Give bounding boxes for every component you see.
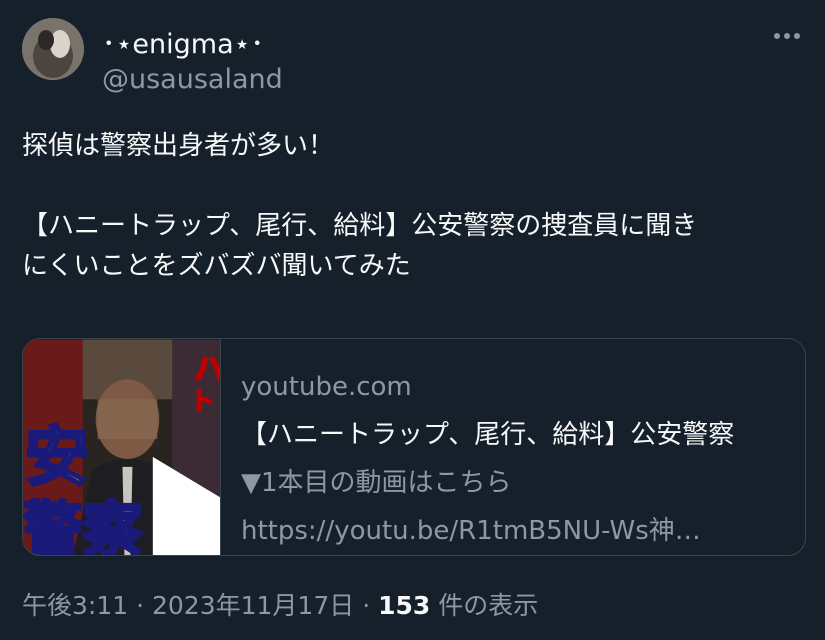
play-icon[interactable] xyxy=(110,425,221,556)
more-horizontal-icon xyxy=(774,33,780,39)
separator: · xyxy=(362,591,371,620)
user-handle[interactable]: @usausaland xyxy=(102,64,283,95)
card-thumbnail[interactable]: 安 警察 ハ ト xyxy=(23,339,221,556)
views-label: 件の表示 xyxy=(438,591,539,620)
card-description-line2: https://youtu.be/R1tmB5NU-Ws神… xyxy=(241,516,701,546)
more-options-button[interactable] xyxy=(771,28,803,44)
card-domain: youtube.com xyxy=(241,372,412,402)
card-description-line1: ▼1本目の動画はこちら xyxy=(241,468,512,498)
separator: · xyxy=(136,591,145,620)
avatar[interactable] xyxy=(22,18,84,80)
thumbnail-text-1: 安 xyxy=(25,420,89,495)
display-name[interactable]: ･⋆enigma⋆･ xyxy=(102,22,264,61)
tweet-date[interactable]: 2023年11月17日 xyxy=(152,591,354,620)
thumbnail-side-text-2: ト xyxy=(190,387,214,415)
card-title: 【ハニートラップ、尾行、給料】公安警察 xyxy=(241,420,735,450)
link-card[interactable]: 安 警察 ハ ト youtube.com 【ハニートラップ、尾行、給料】公安警察… xyxy=(22,338,806,556)
thumbnail-side-text: ハ xyxy=(194,352,220,387)
tweet-text: 探偵は警察出身者が多い！ 【ハニートラップ、尾行、給料】公安警察の捜査員に聞き … xyxy=(22,126,804,286)
tweet-time[interactable]: 午後3:11 xyxy=(22,591,128,620)
more-dot xyxy=(784,33,790,39)
tweet-text-line2: 【ハニートラップ、尾行、給料】公安警察の捜査員に聞き にくいことをズバズバ聞いて… xyxy=(22,211,698,281)
more-dot xyxy=(794,33,800,39)
tweet-text-line1: 探偵は警察出身者が多い！ xyxy=(22,131,335,161)
views-count: 153 xyxy=(378,591,431,620)
tweet-footer: 午後3:11 · 2023年11月17日 · 153 件の表示 xyxy=(22,586,538,622)
card-body[interactable]: youtube.com 【ハニートラップ、尾行、給料】公安警察 ▼1本目の動画は… xyxy=(241,363,799,555)
avatar-image xyxy=(22,18,84,80)
